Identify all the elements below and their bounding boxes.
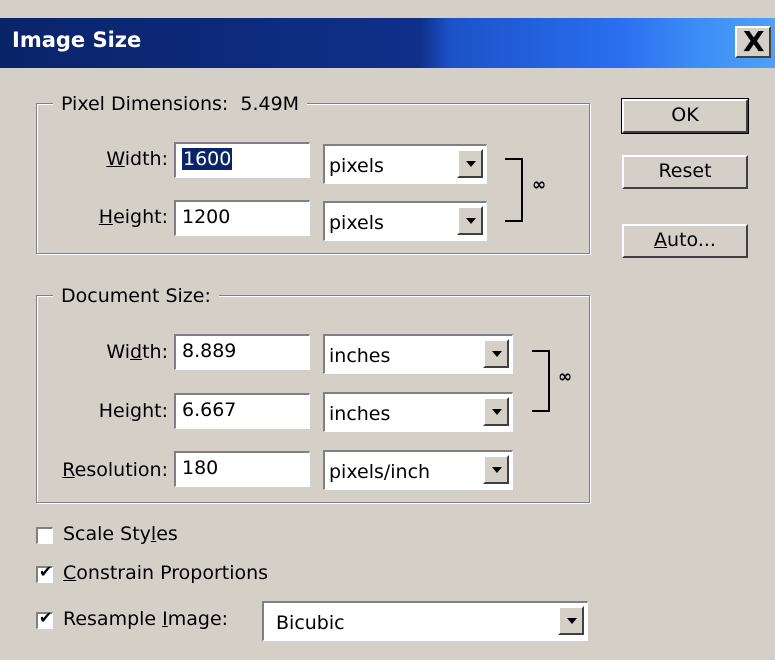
document-size-legend: Document Size: [53, 285, 219, 307]
doc-height-input[interactable]: 6.667 [174, 393, 310, 429]
doc-width-label: Width: [106, 341, 168, 363]
window-title: Image Size [12, 28, 142, 52]
checkmark-icon: ✔ [39, 562, 53, 581]
pixel-height-unit-select[interactable]: pixels [323, 201, 487, 241]
resolution-input[interactable]: 180 [174, 451, 310, 487]
chevron-down-icon[interactable] [483, 397, 509, 426]
doc-width-unit-value: inches [329, 345, 391, 367]
pixel-width-input[interactable]: 1600 [174, 142, 310, 178]
close-button[interactable]: X [735, 25, 771, 58]
chevron-down-icon[interactable] [457, 206, 483, 235]
pixel-dimensions-label: Pixel Dimensions: [61, 93, 229, 115]
chevron-down-icon[interactable] [558, 606, 584, 635]
pixel-width-label: Width: [106, 148, 168, 170]
pixel-height-unit-value: pixels [329, 212, 384, 234]
resample-method-value: Bicubic [276, 612, 345, 634]
resolution-unit-value: pixels/inch [329, 461, 431, 483]
pixel-size-value: 5.49M [240, 93, 300, 115]
constrain-proportions-label: Constrain Proportions [63, 562, 269, 584]
chevron-down-icon[interactable] [483, 455, 509, 484]
reset-button[interactable]: Reset [622, 155, 748, 189]
doc-width-input[interactable]: 8.889 [174, 334, 310, 370]
chevron-down-icon[interactable] [457, 149, 483, 178]
close-icon: X [743, 25, 765, 58]
pixel-width-unit-value: pixels [329, 155, 384, 177]
checkmark-icon: ✔ [39, 608, 53, 627]
image-size-dialog: Image Size X Pixel Dimensions: 5.49M Wid… [0, 0, 775, 660]
resample-method-select[interactable]: Bicubic [262, 601, 588, 641]
document-constrain-bracket [532, 350, 550, 412]
resolution-label: Resolution: [62, 459, 168, 481]
document-size-label: Document Size: [61, 285, 211, 307]
title-bar[interactable]: Image Size X [0, 18, 775, 68]
constrain-proportions-checkbox[interactable]: ✔ [36, 562, 53, 583]
resample-image-checkbox[interactable]: ✔ [36, 608, 53, 629]
pixel-dimensions-legend: Pixel Dimensions: 5.49M [53, 93, 308, 115]
doc-width-unit-select[interactable]: inches [323, 334, 513, 374]
resolution-unit-select[interactable]: pixels/inch [323, 450, 513, 490]
scale-styles-checkbox[interactable] [36, 527, 53, 544]
pixel-width-unit-select[interactable]: pixels [323, 144, 487, 184]
pixel-height-label: Height: [98, 206, 168, 228]
doc-height-unit-select[interactable]: inches [323, 392, 513, 432]
auto-button[interactable]: Auto... [622, 224, 748, 258]
doc-height-label: Height: [98, 400, 168, 422]
ok-button[interactable]: OK [621, 98, 749, 134]
doc-height-unit-value: inches [329, 403, 391, 425]
resample-image-label: Resample Image: [63, 608, 229, 630]
link-chain-icon: ∞ [558, 367, 573, 387]
chevron-down-icon[interactable] [483, 339, 509, 368]
link-chain-icon: ∞ [532, 175, 547, 195]
scale-styles-label: Scale Styles [63, 523, 178, 545]
pixel-height-input[interactable]: 1200 [174, 200, 310, 236]
pixel-constrain-bracket [505, 158, 523, 222]
